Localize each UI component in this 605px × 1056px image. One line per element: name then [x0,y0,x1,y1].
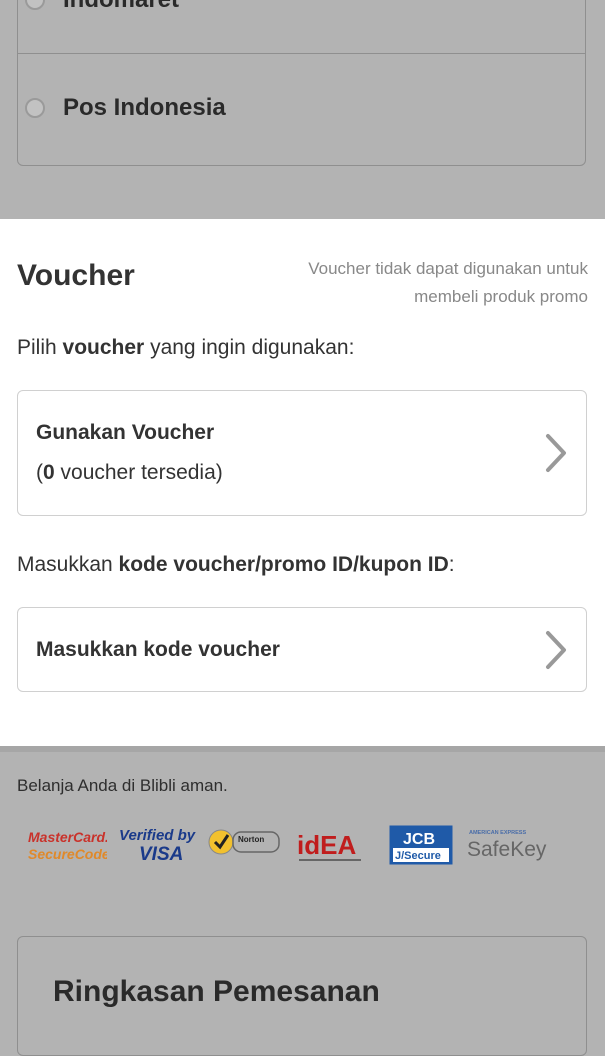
jsecure-text: J/Secure [395,850,441,862]
idea-text: idEA [297,830,356,860]
safekey-text: SafeKey [467,838,547,861]
voucher-count-text: (0 voucher tersedia) [36,461,223,485]
code-prompt-pre: Masukkan [17,553,119,576]
security-text: Belanja Anda di Blibli aman. [17,776,228,795]
divider [18,53,585,54]
radio-button[interactable] [25,0,45,10]
use-voucher-button[interactable]: Gunakan Voucher (0 voucher tersedia) [17,390,587,516]
voucher-count-open: ( [36,461,43,484]
jcb-jsecure-logo: JCB J/Secure [389,825,453,865]
enter-voucher-title: Masukkan kode voucher [36,638,280,661]
securecode-text: SecureCode. [28,846,107,862]
norton-secured-logo: Norton [208,829,280,855]
security-section: Belanja Anda di Blibli aman. MasterCard.… [0,746,605,1056]
chevron-right-icon [546,434,566,472]
code-prompt-post: : [448,553,455,576]
enter-voucher-code-button[interactable]: Masukkan kode voucher [17,607,587,692]
verified-by-text: Verified by [119,827,196,844]
voucher-prompt-pre: Pilih [17,336,63,359]
voucher-count-rest: voucher tersedia) [54,461,223,484]
amex-text: AMERICAN EXPRESS [469,830,526,836]
visa-text: VISA [139,844,183,865]
order-summary-box: Ringkasan Pemesanan [17,936,587,1056]
shipping-option-label: Pos Indonesia [63,94,226,121]
code-prompt-bold: kode voucher/promo ID/kupon ID [118,553,449,576]
shipping-option-label: Indomaret [63,0,179,14]
voucher-title: Voucher [17,259,135,292]
security-logos: MasterCard. SecureCode. Verified by VISA… [27,824,557,874]
voucher-panel: Voucher Voucher tidak dapat digunakan un… [0,219,605,746]
jcb-text: JCB [403,831,435,848]
voucher-prompt-bold: voucher [62,336,145,359]
shipping-option-pos-indonesia[interactable]: Pos Indonesia [25,94,226,122]
use-voucher-title: Gunakan Voucher [36,421,215,444]
mastercard-text: MasterCard. [28,829,107,845]
norton-text: Norton [238,835,264,844]
radio-button[interactable] [25,98,45,118]
mastercard-securecode-logo: MasterCard. SecureCode. [28,829,107,862]
idea-logo: idEA [297,830,361,861]
voucher-count: 0 [43,461,55,484]
voucher-prompt: Pilih voucher yang ingin digunakan: [17,336,354,360]
chevron-right-icon [546,631,566,669]
shipping-options-box [17,0,586,166]
amex-safekey-logo: AMERICAN EXPRESS SafeKey [467,830,547,861]
order-summary-title: Ringkasan Pemesanan [53,975,380,1008]
voucher-code-prompt: Masukkan kode voucher/promo ID/kupon ID: [17,553,455,577]
voucher-note: Voucher tidak dapat digunakan untuk memb… [308,259,588,306]
verified-by-visa-logo: Verified by VISA [119,827,196,865]
voucher-prompt-post: yang ingin digunakan: [144,336,355,359]
shipping-option-indomaret[interactable]: Indomaret [25,0,179,14]
shipping-section: Indomaret Pos Indonesia [0,0,605,219]
